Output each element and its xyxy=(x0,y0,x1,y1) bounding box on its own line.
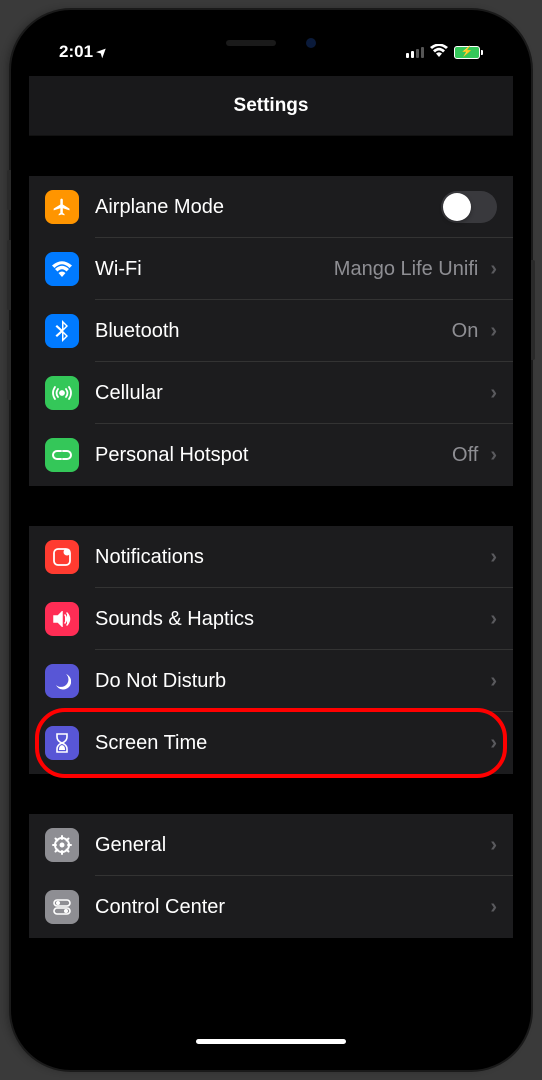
wifi-icon xyxy=(45,252,79,286)
row-label: Control Center xyxy=(95,896,486,919)
nav-bar: Settings xyxy=(29,76,513,136)
row-do-not-disturb[interactable]: Do Not Disturb › xyxy=(29,650,513,712)
chevron-right-icon: › xyxy=(490,732,497,755)
cellular-icon xyxy=(45,376,79,410)
row-label: General xyxy=(95,834,486,857)
status-time: 2:01 xyxy=(59,42,93,62)
row-airplane-mode[interactable]: Airplane Mode xyxy=(29,176,513,238)
screen: 2:01 ➤ ⚡ Settings xyxy=(29,28,513,1052)
bluetooth-icon xyxy=(45,314,79,348)
dnd-icon xyxy=(45,664,79,698)
row-screen-time[interactable]: Screen Time › xyxy=(29,712,513,774)
chevron-right-icon: › xyxy=(490,320,497,343)
toggle-knob xyxy=(443,193,471,221)
chevron-right-icon: › xyxy=(490,444,497,467)
chevron-right-icon: › xyxy=(490,834,497,857)
row-label: Bluetooth xyxy=(95,320,452,343)
row-wifi[interactable]: Wi-Fi Mango Life Unifi › xyxy=(29,238,513,300)
settings-list[interactable]: Airplane Mode Wi-Fi Mango Life Unifi › xyxy=(29,136,513,1052)
side-button xyxy=(7,330,11,400)
sounds-icon xyxy=(45,602,79,636)
airplane-toggle[interactable] xyxy=(441,191,497,223)
row-cellular[interactable]: Cellular › xyxy=(29,362,513,424)
notifications-icon xyxy=(45,540,79,574)
screentime-icon xyxy=(45,726,79,760)
side-button xyxy=(7,170,11,210)
side-button xyxy=(7,240,11,310)
chevron-right-icon: › xyxy=(490,896,497,919)
airplane-icon xyxy=(45,190,79,224)
chevron-right-icon: › xyxy=(490,608,497,631)
control-center-icon xyxy=(45,890,79,924)
general-icon xyxy=(45,828,79,862)
row-label: Notifications xyxy=(95,546,486,569)
chevron-right-icon: › xyxy=(490,258,497,281)
battery-icon: ⚡ xyxy=(454,46,483,59)
row-label: Wi-Fi xyxy=(95,258,334,281)
page-title: Settings xyxy=(234,95,309,117)
notch xyxy=(166,28,376,58)
row-value: Mango Life Unifi xyxy=(334,258,479,281)
row-label: Screen Time xyxy=(95,732,486,755)
location-arrow-icon: ➤ xyxy=(94,43,111,60)
side-button xyxy=(531,260,535,360)
row-value: Off xyxy=(452,444,478,467)
row-sounds-haptics[interactable]: Sounds & Haptics › xyxy=(29,588,513,650)
chevron-right-icon: › xyxy=(490,670,497,693)
row-label: Sounds & Haptics xyxy=(95,608,486,631)
row-label: Airplane Mode xyxy=(95,196,441,219)
row-label: Personal Hotspot xyxy=(95,444,452,467)
phone-frame: 2:01 ➤ ⚡ Settings xyxy=(11,10,531,1070)
row-notifications[interactable]: Notifications › xyxy=(29,526,513,588)
hotspot-icon xyxy=(45,438,79,472)
chevron-right-icon: › xyxy=(490,382,497,405)
row-bluetooth[interactable]: Bluetooth On › xyxy=(29,300,513,362)
row-label: Do Not Disturb xyxy=(95,670,486,693)
row-value: On xyxy=(452,320,479,343)
home-indicator[interactable] xyxy=(196,1039,346,1044)
row-label: Cellular xyxy=(95,382,486,405)
wifi-icon xyxy=(430,42,448,62)
row-control-center[interactable]: Control Center › xyxy=(29,876,513,938)
row-personal-hotspot[interactable]: Personal Hotspot Off › xyxy=(29,424,513,486)
chevron-right-icon: › xyxy=(490,546,497,569)
cellular-signal-icon xyxy=(406,46,424,58)
row-general[interactable]: General › xyxy=(29,814,513,876)
